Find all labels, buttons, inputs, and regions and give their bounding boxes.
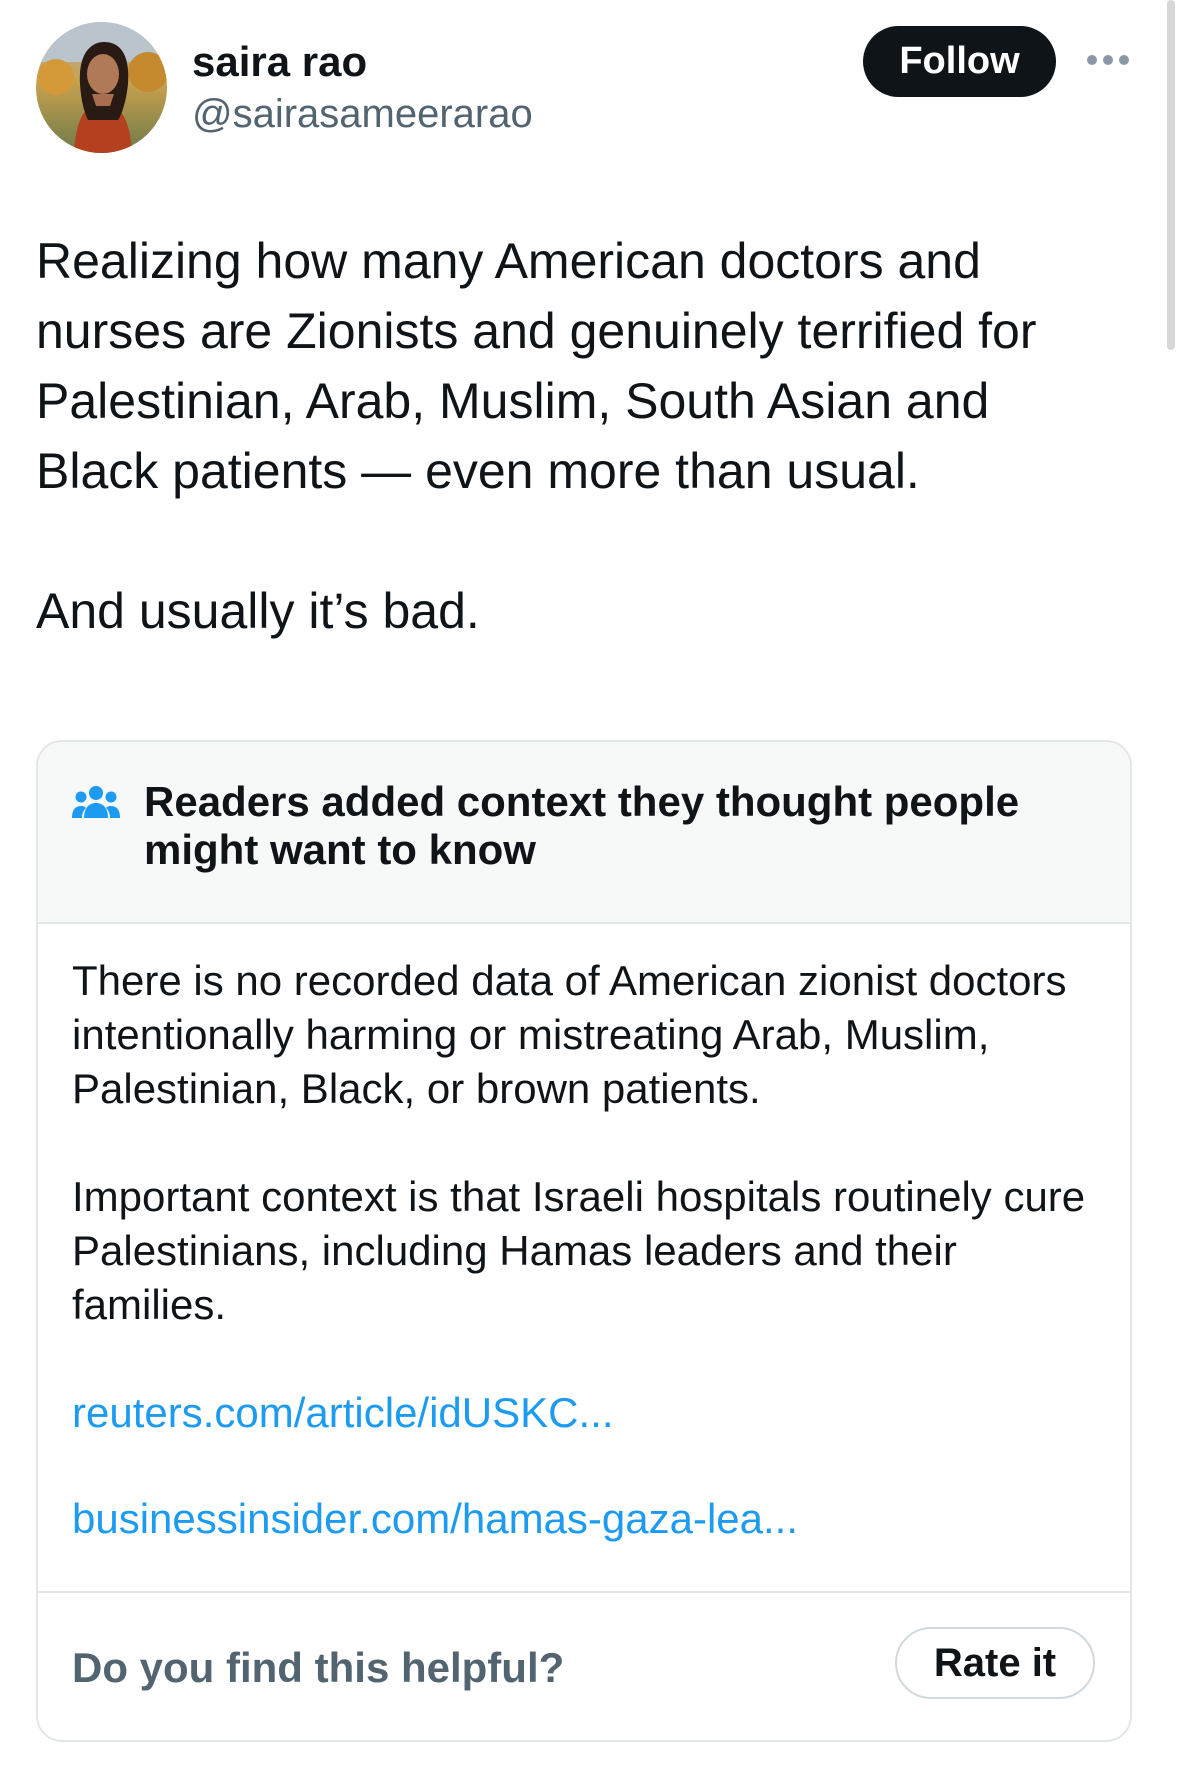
community-note-header: Readers added context they thought peopl… — [38, 742, 1130, 924]
tweet-header: saira rao @sairasameerarao Follow — [36, 20, 1146, 155]
source-link-reuters[interactable]: reuters.com/article/idUSKC... — [72, 1386, 1102, 1440]
display-name[interactable]: saira rao — [192, 36, 533, 88]
source-link-businessinsider[interactable]: businessinsider.com/hamas-gaza-lea... — [72, 1492, 1102, 1546]
community-note: Readers added context they thought peopl… — [36, 740, 1132, 1742]
people-group-icon — [72, 784, 120, 824]
rate-it-button[interactable]: Rate it — [895, 1627, 1095, 1699]
profile-photo — [36, 22, 167, 153]
community-note-paragraph: Important context is that Israeli hospit… — [72, 1173, 1097, 1328]
follow-button[interactable]: Follow — [863, 26, 1056, 97]
scrollbar[interactable] — [1167, 0, 1175, 350]
ellipsis-icon[interactable] — [1086, 50, 1130, 70]
avatar[interactable] — [36, 22, 167, 153]
community-note-paragraph: There is no recorded data of American zi… — [72, 957, 1079, 1112]
helpful-question: Do you find this helpful? — [72, 1644, 565, 1691]
community-note-body: There is no recorded data of American zi… — [72, 954, 1102, 1598]
community-note-title: Readers added context they thought peopl… — [144, 778, 1020, 873]
user-handle[interactable]: @sairasameerarao — [192, 88, 533, 140]
community-note-footer: Do you find this helpful? Rate it — [38, 1591, 1130, 1740]
tweet-text: Realizing how many American doctors and … — [36, 233, 1037, 639]
